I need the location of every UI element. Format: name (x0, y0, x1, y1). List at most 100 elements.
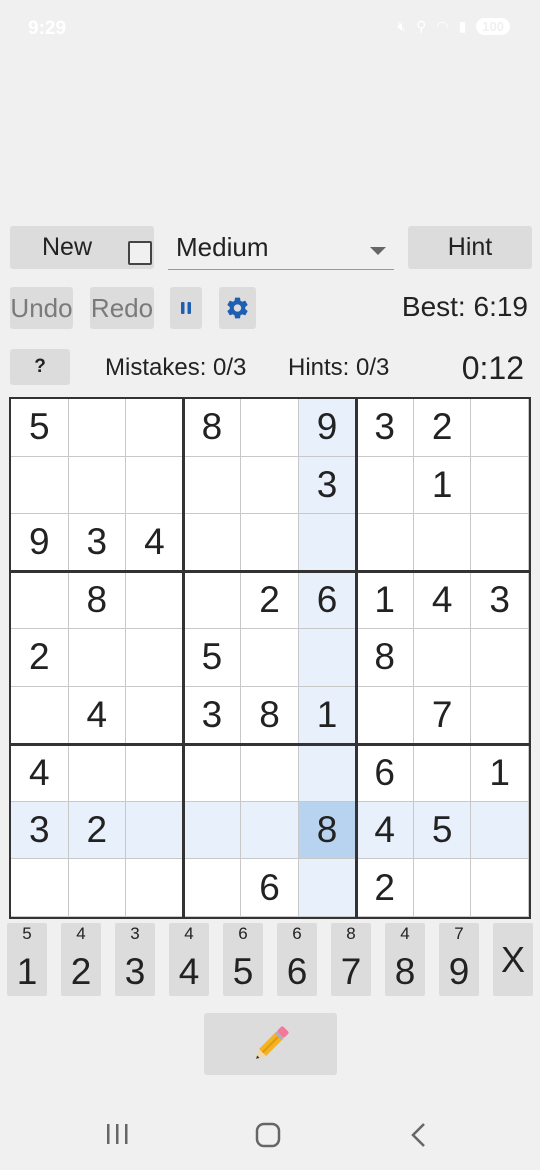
board-cell[interactable]: 9 (298, 399, 357, 457)
board-cell[interactable]: 2 (356, 859, 414, 917)
number-key-9[interactable]: 79 (439, 923, 479, 996)
board-cell[interactable]: 1 (471, 744, 529, 802)
board-cell[interactable]: 2 (241, 571, 299, 630)
board-cell[interactable] (11, 571, 69, 630)
board-cell[interactable]: 3 (298, 456, 357, 515)
board-cell[interactable] (298, 859, 357, 917)
board-cell[interactable]: 6 (298, 571, 357, 630)
pencil-mode-button[interactable] (204, 1013, 337, 1075)
board-cell[interactable] (356, 456, 414, 515)
number-key-5[interactable]: 65 (223, 923, 263, 996)
board-cell[interactable]: 5 (183, 629, 242, 687)
board-cell[interactable]: 7 (413, 686, 472, 745)
board-cell[interactable] (471, 399, 529, 457)
number-key-3[interactable]: 33 (115, 923, 155, 996)
number-key-4[interactable]: 44 (169, 923, 209, 996)
new-game-checkbox[interactable] (128, 241, 152, 265)
board-cell[interactable] (298, 744, 357, 802)
board-cell[interactable] (68, 456, 127, 515)
board-cell[interactable] (241, 456, 299, 515)
board-cell[interactable] (68, 399, 127, 457)
board-cell[interactable] (413, 629, 472, 687)
board-cell[interactable] (241, 744, 299, 802)
board-cell[interactable]: 8 (298, 801, 357, 860)
board-cell[interactable]: 1 (298, 686, 357, 745)
board-cell[interactable] (298, 629, 357, 687)
board-cell[interactable]: 4 (11, 744, 69, 802)
board-cell[interactable] (241, 399, 299, 457)
board-cell[interactable] (11, 456, 69, 515)
board-cell[interactable] (471, 456, 529, 515)
board-cell[interactable]: 6 (356, 744, 414, 802)
board-cell[interactable]: 5 (11, 399, 69, 457)
board-cell[interactable] (183, 801, 242, 860)
board-cell[interactable]: 2 (68, 801, 127, 860)
board-cell[interactable]: 8 (241, 686, 299, 745)
board-cell[interactable] (356, 514, 414, 572)
board-cell[interactable] (471, 801, 529, 860)
board-cell[interactable] (413, 514, 472, 572)
board-cell[interactable] (471, 686, 529, 745)
board-cell[interactable]: 4 (413, 571, 472, 630)
number-key-2[interactable]: 42 (61, 923, 101, 996)
board-cell[interactable] (183, 571, 242, 630)
board-cell[interactable]: 3 (11, 801, 69, 860)
number-key-6[interactable]: 66 (277, 923, 317, 996)
difficulty-select[interactable]: Medium (168, 226, 394, 270)
board-cell[interactable] (413, 859, 472, 917)
settings-button[interactable] (219, 287, 256, 329)
board-cell[interactable] (241, 629, 299, 687)
board-cell[interactable]: 3 (471, 571, 529, 630)
board-cell[interactable]: 8 (356, 629, 414, 687)
board-cell[interactable] (241, 514, 299, 572)
board-cell[interactable]: 2 (413, 399, 472, 457)
board-cell[interactable] (68, 629, 127, 687)
board-cell[interactable]: 3 (183, 686, 242, 745)
board-cell[interactable] (126, 744, 184, 802)
board-cell[interactable] (241, 801, 299, 860)
board-cell[interactable] (126, 859, 184, 917)
board-cell[interactable] (11, 859, 69, 917)
board-cell[interactable] (126, 399, 184, 457)
board-cell[interactable] (471, 629, 529, 687)
board-cell[interactable] (413, 744, 472, 802)
board-cell[interactable] (471, 514, 529, 572)
board-cell[interactable]: 1 (413, 456, 472, 515)
home-icon[interactable] (255, 1122, 281, 1148)
number-key-8[interactable]: 48 (385, 923, 425, 996)
board-cell[interactable]: 8 (183, 399, 242, 457)
board-cell[interactable] (126, 686, 184, 745)
board-cell[interactable] (126, 571, 184, 630)
erase-button[interactable]: X (493, 923, 533, 996)
number-key-7[interactable]: 87 (331, 923, 371, 996)
board-cell[interactable] (126, 456, 184, 515)
board-cell[interactable]: 1 (356, 571, 414, 630)
board-cell[interactable] (183, 744, 242, 802)
board-cell[interactable] (126, 629, 184, 687)
board-cell[interactable] (11, 686, 69, 745)
board-cell[interactable]: 4 (68, 686, 127, 745)
recents-icon[interactable] (104, 1122, 130, 1146)
board-cell[interactable] (471, 859, 529, 917)
board-cell[interactable]: 3 (356, 399, 414, 457)
board-cell[interactable] (126, 801, 184, 860)
board-cell[interactable] (183, 514, 242, 572)
board-cell[interactable]: 2 (11, 629, 69, 687)
board-cell[interactable]: 3 (68, 514, 127, 572)
board-cell[interactable] (356, 686, 414, 745)
board-cell[interactable]: 4 (126, 514, 184, 572)
undo-button[interactable]: Undo (10, 287, 73, 329)
board-cell[interactable]: 8 (68, 571, 127, 630)
redo-button[interactable]: Redo (90, 287, 154, 329)
board-cell[interactable]: 5 (413, 801, 472, 860)
board-cell[interactable] (68, 744, 127, 802)
help-button[interactable]: ? (10, 349, 70, 385)
board-cell[interactable] (183, 456, 242, 515)
board-cell[interactable]: 9 (11, 514, 69, 572)
back-icon[interactable] (408, 1122, 430, 1148)
number-key-1[interactable]: 51 (7, 923, 47, 996)
pause-button[interactable] (170, 287, 202, 329)
board-cell[interactable] (68, 859, 127, 917)
board-cell[interactable] (298, 514, 357, 572)
board-cell[interactable] (183, 859, 242, 917)
